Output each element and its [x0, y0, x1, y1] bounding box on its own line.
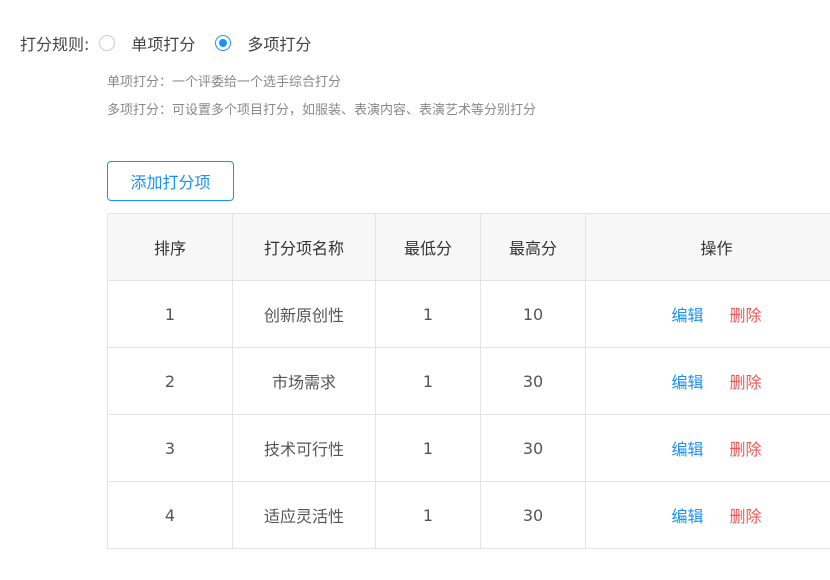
cell-name: 创新原创性 [232, 280, 376, 348]
cell-max: 30 [480, 481, 586, 549]
scoring-rule-row: 打分规则: 单项打分 多项打分 [20, 29, 331, 57]
cell-min: 1 [375, 481, 481, 549]
radio-checked-icon[interactable] [215, 35, 232, 51]
header-actions: 操作 [585, 213, 830, 281]
table-row: 2 市场需求 1 30 编辑 删除 [107, 347, 830, 415]
radio-single-score[interactable]: 单项打分 [99, 31, 195, 55]
cell-min: 1 [375, 414, 481, 482]
cell-order: 2 [107, 347, 233, 415]
delete-link[interactable]: 删除 [730, 440, 762, 459]
delete-link[interactable]: 删除 [730, 373, 762, 392]
table-row: 1 创新原创性 1 10 编辑 删除 [107, 280, 830, 348]
radio-multi-score-label[interactable]: 多项打分 [247, 31, 311, 55]
radio-multi-score[interactable]: 多项打分 [215, 31, 311, 55]
cell-name: 市场需求 [232, 347, 376, 415]
edit-link[interactable]: 编辑 [671, 373, 703, 392]
header-name: 打分项名称 [232, 213, 376, 281]
single-score-description: 单项打分：一个评委给一个选手综合打分 [107, 75, 342, 90]
cell-min: 1 [375, 280, 481, 348]
edit-link[interactable]: 编辑 [671, 306, 703, 325]
cell-order: 3 [107, 414, 233, 482]
delete-link[interactable]: 删除 [730, 507, 762, 526]
delete-link[interactable]: 删除 [730, 306, 762, 325]
cell-name: 适应灵活性 [232, 481, 376, 549]
cell-actions: 编辑 删除 [585, 280, 830, 348]
add-score-item-button[interactable]: 添加打分项 [107, 161, 234, 201]
cell-name: 技术可行性 [232, 414, 376, 482]
scoring-rule-label: 打分规则: [20, 35, 90, 54]
radio-single-score-label[interactable]: 单项打分 [131, 31, 195, 55]
cell-max: 30 [480, 347, 586, 415]
table-row: 4 适应灵活性 1 30 编辑 删除 [107, 481, 830, 549]
header-min: 最低分 [375, 213, 481, 281]
edit-link[interactable]: 编辑 [671, 440, 703, 459]
score-items-table: 排序 打分项名称 最低分 最高分 操作 1 创新原创性 1 10 编辑 删除 2 … [107, 213, 830, 549]
cell-actions: 编辑 删除 [585, 414, 830, 482]
cell-max: 30 [480, 414, 586, 482]
cell-order: 1 [107, 280, 233, 348]
cell-actions: 编辑 删除 [585, 481, 830, 549]
header-order: 排序 [107, 213, 233, 281]
table-header-row: 排序 打分项名称 最低分 最高分 操作 [107, 213, 830, 281]
cell-min: 1 [375, 347, 481, 415]
radio-unchecked-icon[interactable] [99, 35, 116, 51]
table-row: 3 技术可行性 1 30 编辑 删除 [107, 414, 830, 482]
multi-score-description: 多项打分：可设置多个项目打分，如服装、表演内容、表演艺术等分别打分 [107, 103, 537, 118]
header-max: 最高分 [480, 213, 586, 281]
edit-link[interactable]: 编辑 [671, 507, 703, 526]
cell-actions: 编辑 删除 [585, 347, 830, 415]
cell-max: 10 [480, 280, 586, 348]
cell-order: 4 [107, 481, 233, 549]
